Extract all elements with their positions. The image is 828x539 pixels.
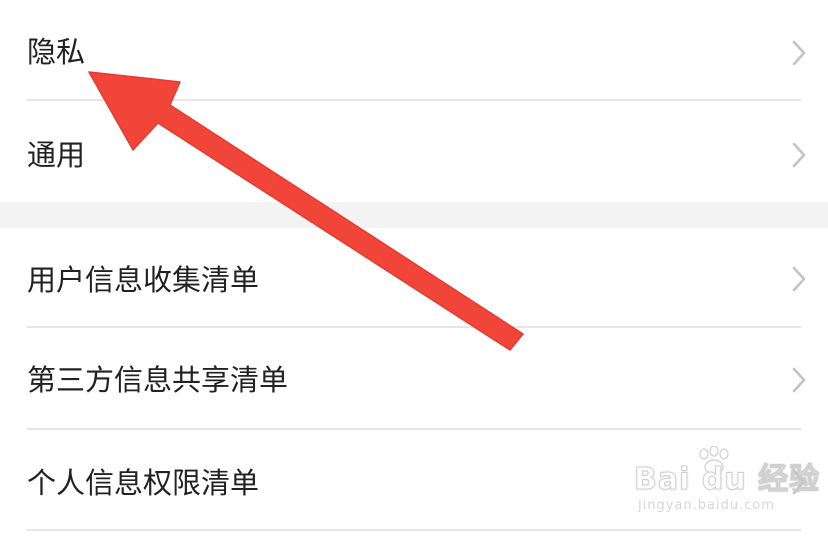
- chevron-right-icon: [792, 40, 806, 66]
- settings-row-label: 用户信息收集清单: [27, 263, 260, 297]
- chevron-right-icon: [792, 266, 806, 292]
- settings-row-info-collection-list[interactable]: 用户信息收集清单: [0, 228, 828, 328]
- settings-row-general[interactable]: 通用: [0, 101, 828, 202]
- settings-row-personal-permission-list[interactable]: 个人信息权限清单: [0, 429, 828, 531]
- settings-group-privacy-lists: 用户信息收集清单 第三方信息共享清单 个人信息权限清单: [0, 228, 828, 539]
- chevron-right-icon: [792, 469, 806, 495]
- row-divider: [27, 529, 801, 531]
- chevron-right-icon: [792, 142, 806, 168]
- settings-row-label: 第三方信息共享清单: [27, 363, 289, 397]
- settings-row-label: 个人信息权限清单: [27, 466, 260, 500]
- section-separator: [0, 202, 828, 228]
- settings-screen: 隐私 通用 用户信息收集清单 第三方信息共享清单 个人信息权限清单 Bai du…: [0, 0, 828, 539]
- settings-row-third-party-sharing-list[interactable]: 第三方信息共享清单: [0, 328, 828, 430]
- settings-row-label: 通用: [27, 138, 86, 172]
- settings-group-primary: 隐私 通用: [0, 0, 828, 202]
- settings-row-privacy[interactable]: 隐私: [0, 0, 828, 101]
- chevron-right-icon: [792, 367, 806, 393]
- settings-row-label: 隐私: [27, 35, 86, 69]
